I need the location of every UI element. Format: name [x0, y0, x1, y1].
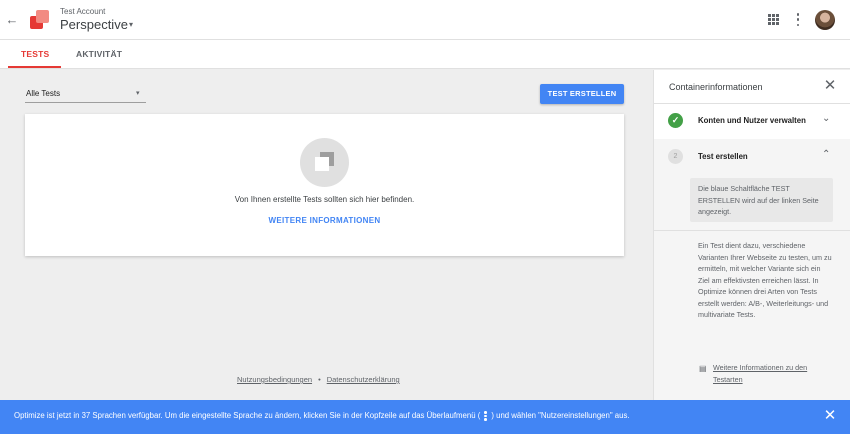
step-details: Die blaue Schaltfläche TEST ERSTELLEN wi…	[654, 174, 850, 400]
optimize-logo	[30, 10, 50, 30]
test-types-link[interactable]: Weitere Informationen zu den Testarten	[713, 362, 829, 385]
close-icon[interactable]: ✕	[823, 408, 837, 424]
step-create-test[interactable]: 2 Test erstellen ⌃	[654, 139, 850, 175]
privacy-link[interactable]: Datenschutzerklärung	[327, 375, 400, 384]
step-description: Ein Test dient dazu, verschiedene Varian…	[698, 241, 832, 319]
account-label: Test Account	[60, 7, 106, 16]
chevron-up-icon: ⌃	[822, 149, 831, 160]
more-info-link[interactable]: WEITERE INFORMATIONEN	[25, 216, 624, 225]
active-tab-indicator	[8, 66, 61, 68]
check-circle-icon: ✓	[668, 113, 683, 128]
avatar[interactable]	[815, 10, 835, 30]
step-manage-accounts[interactable]: ✓ Konten und Nutzer verwalten ⌄	[654, 103, 850, 139]
apps-grid-icon[interactable]	[768, 14, 779, 25]
document-icon: ▤	[699, 364, 707, 373]
banner-text-start: Optimize ist jetzt in 37 Sprachen verfüg…	[14, 411, 481, 421]
step-label: Test erstellen	[698, 152, 748, 161]
tab-aktivitaet[interactable]: AKTIVITÄT	[76, 49, 122, 59]
hint-box: Die blaue Schaltfläche TEST ERSTELLEN wi…	[690, 178, 833, 222]
container-selector[interactable]: Perspective	[60, 17, 128, 32]
language-banner: Optimize ist jetzt in 37 Sprachen verfüg…	[0, 400, 850, 434]
panel-divider	[654, 230, 850, 231]
banner-message: Optimize ist jetzt in 37 Sprachen verfüg…	[14, 411, 630, 421]
more-vert-icon[interactable]	[796, 13, 800, 26]
close-icon[interactable]: ✕	[823, 78, 837, 94]
footer-separator: •	[318, 375, 321, 384]
step-number-badge: 2	[668, 149, 683, 164]
back-arrow-icon[interactable]: ←	[5, 12, 19, 28]
app-header: ← Test Account Perspective ▾	[0, 0, 850, 40]
chevron-down-icon: ▾	[136, 90, 140, 97]
filter-value: Alle Tests	[26, 89, 61, 98]
more-vert-icon	[484, 411, 487, 421]
tab-bar: TESTS AKTIVITÄT	[0, 40, 850, 69]
container-dropdown-icon[interactable]: ▾	[129, 20, 133, 29]
tests-card: Von Ihnen erstellte Tests sollten sich h…	[25, 114, 624, 256]
hint-text: Die blaue Schaltfläche TEST ERSTELLEN wi…	[698, 184, 819, 216]
container-info-panel: Containerinformationen ✕ ✓ Konten und Nu…	[653, 70, 850, 400]
terms-link[interactable]: Nutzungsbedingungen	[237, 375, 312, 384]
tests-filter-select[interactable]: Alle Tests ▾	[25, 86, 146, 103]
banner-text-end: ) und wählen "Nutzereinstellungen" aus.	[491, 411, 630, 421]
footer-links: Nutzungsbedingungen • Datenschutzerklärung	[237, 375, 400, 384]
chevron-down-icon: ⌄	[822, 113, 831, 124]
step-label: Konten und Nutzer verwalten	[698, 116, 806, 125]
tab-tests[interactable]: TESTS	[21, 49, 49, 59]
create-test-button[interactable]: TEST ERSTELLEN	[540, 84, 624, 104]
empty-state-message: Von Ihnen erstellte Tests sollten sich h…	[234, 195, 415, 204]
empty-tests-icon	[300, 138, 349, 187]
panel-title: Containerinformationen	[669, 82, 763, 92]
